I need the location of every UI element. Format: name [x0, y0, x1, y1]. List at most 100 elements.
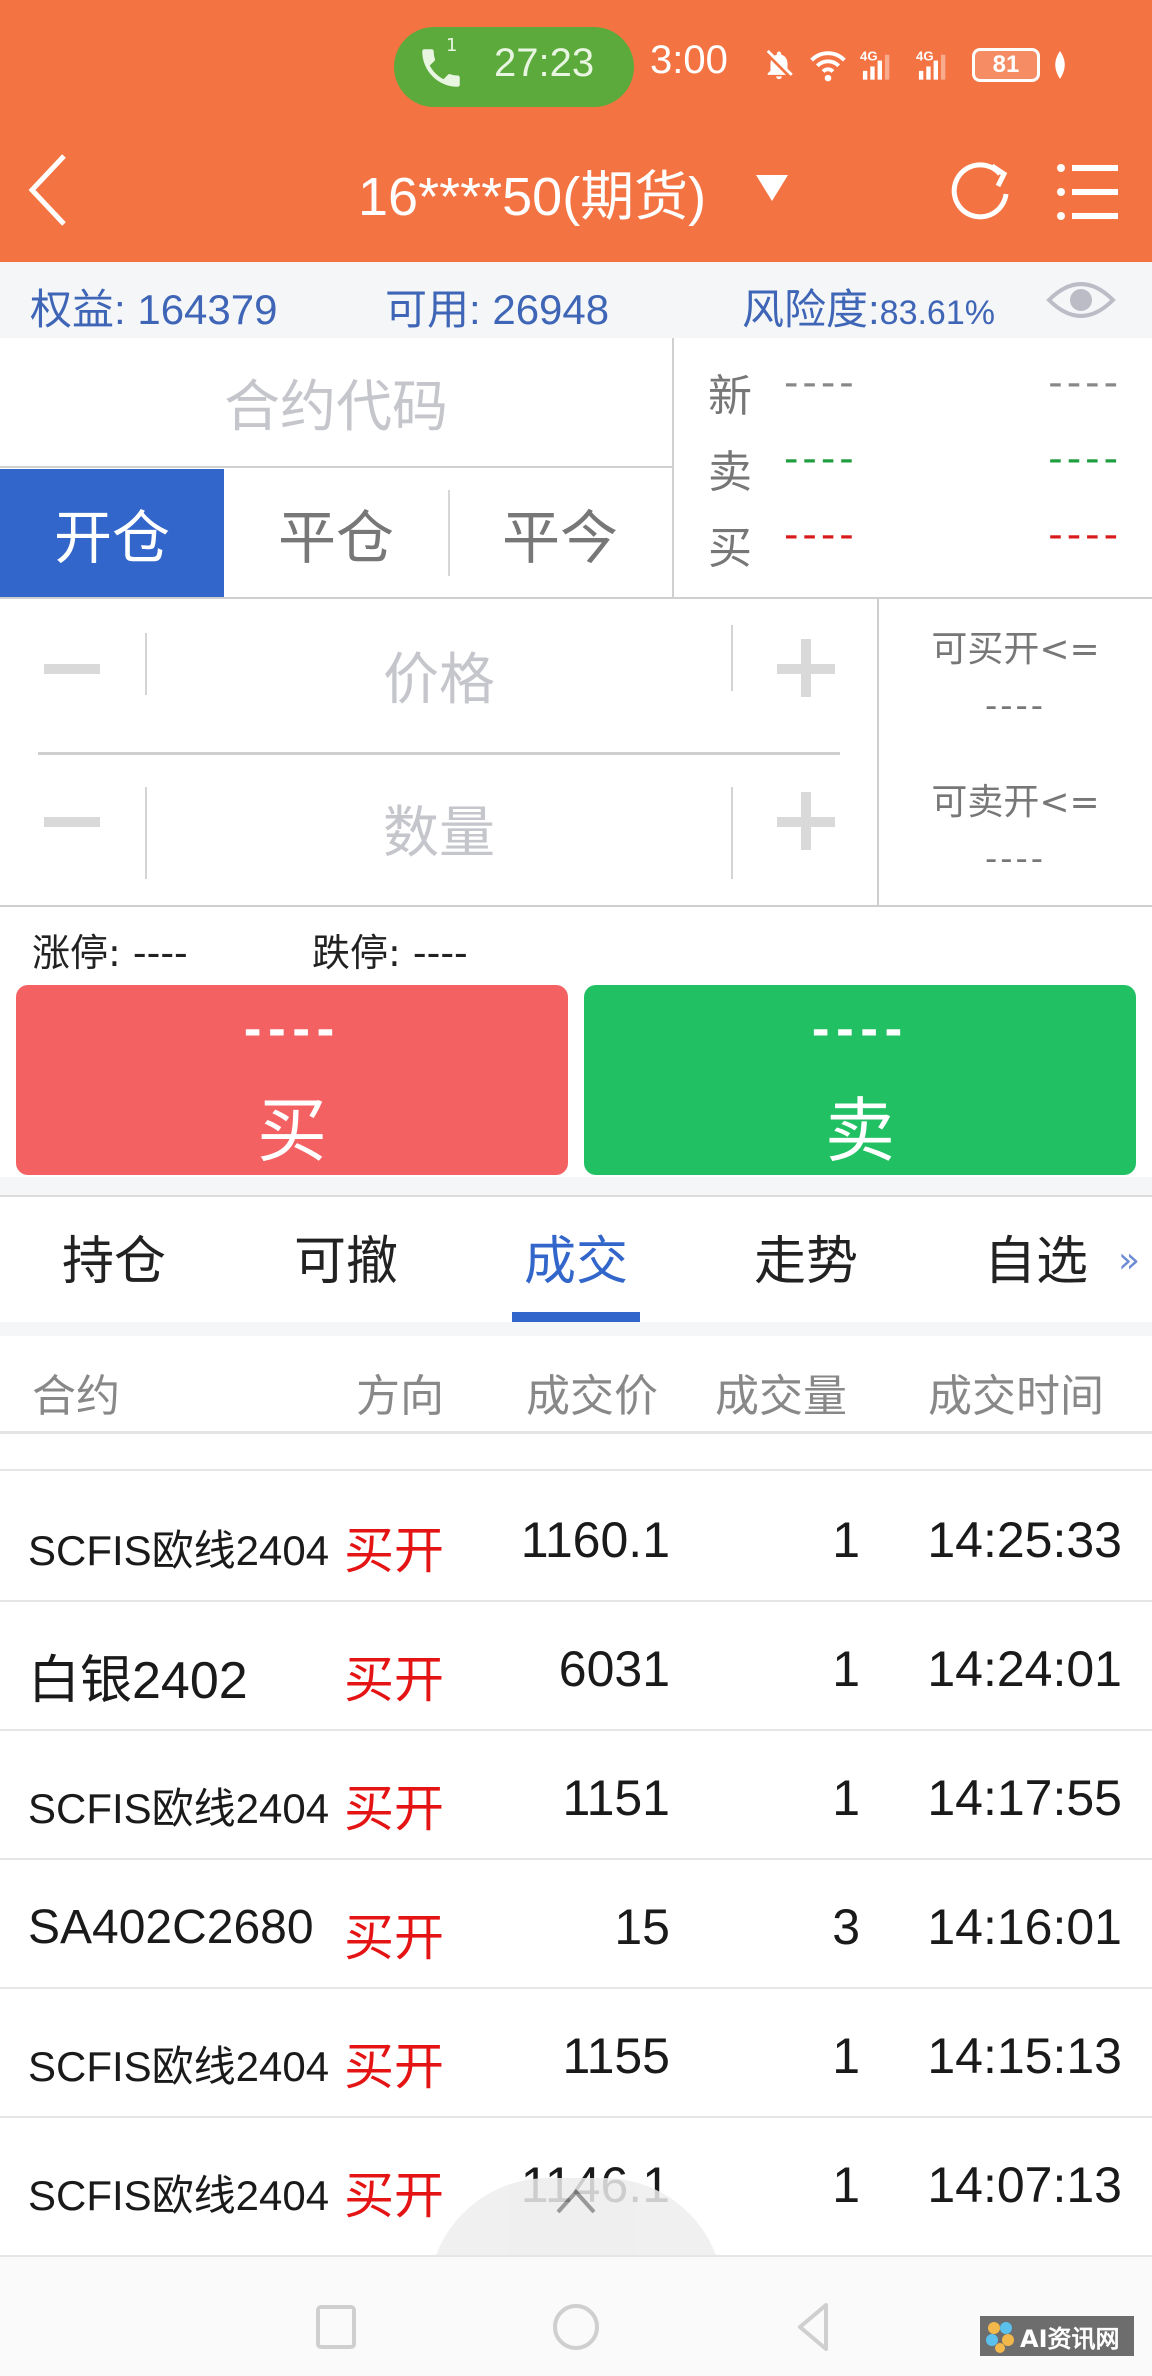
limit-up: 涨停: ----	[32, 922, 188, 977]
divider	[731, 625, 733, 691]
can-buy-open-value: ----	[984, 686, 1047, 726]
buy-button[interactable]: ---- 买	[16, 985, 568, 1175]
call-timer: 27:23	[494, 41, 595, 85]
available: 可用: 26948	[385, 276, 609, 337]
quote-value: ----	[1048, 512, 1122, 558]
can-sell-open-value: ----	[984, 839, 1047, 879]
table-row[interactable]: SCFIS欧线2404 买开 1160.1 1 14:25:33	[0, 1473, 1152, 1602]
sell-price: ----	[811, 1005, 909, 1056]
contract-cell: SCFIS欧线2404	[28, 1785, 330, 1832]
ongoing-call-pill[interactable]: 1 27:23	[394, 27, 634, 107]
sell-button[interactable]: ---- 卖	[584, 985, 1136, 1175]
table-row[interactable]: 白银2402 买开 6031 1 14:24:01	[0, 1602, 1152, 1731]
contract-cell: 白银2402	[28, 1652, 248, 1710]
limit-up-label: 涨停:	[32, 931, 121, 975]
refresh-button[interactable]	[948, 160, 1014, 226]
quote-row-bid: 买 ---- ----	[674, 502, 1152, 578]
chevron-down-icon[interactable]	[756, 175, 788, 201]
quote-value: ----	[784, 360, 858, 406]
contract-cell: SA402C2680	[28, 1901, 314, 1954]
contract-code-input[interactable]: 合约代码	[0, 338, 672, 468]
tab-trend[interactable]: 走势	[716, 1219, 896, 1294]
account-title[interactable]: 16****50(期货)	[358, 152, 706, 231]
quantity-input[interactable]: 数量	[147, 752, 731, 905]
direction-cell: 买开	[344, 1652, 444, 1708]
risk-value: 83.61%	[879, 294, 995, 332]
tab-positions[interactable]: 持仓	[24, 1219, 204, 1294]
limit-down-label: 跌停:	[312, 931, 401, 975]
time-cell: 14:17:55	[927, 1770, 1122, 1826]
table-row[interactable]: SCFIS欧线2404 买开 1151 1 14:17:55	[0, 1731, 1152, 1860]
can-buy-open-label: 可买开<=	[931, 629, 1100, 670]
menu-list-button[interactable]	[1056, 160, 1120, 224]
column-header: 合约	[32, 1371, 120, 1422]
home-icon[interactable]	[546, 2297, 606, 2357]
equity-label: 权益:	[30, 286, 126, 333]
back-nav-icon[interactable]	[786, 2297, 846, 2357]
battery-icon: 81	[972, 48, 1040, 82]
tab-close-position[interactable]: 平仓	[224, 469, 448, 597]
account-summary: 权益: 164379 可用: 26948 风险度:83.61%	[0, 262, 1152, 338]
column-header: 成交价	[526, 1371, 658, 1422]
double-chevron-right-icon[interactable]: »	[1118, 1240, 1140, 1281]
time-cell: 14:16:01	[927, 1899, 1122, 1955]
divider	[731, 787, 733, 879]
table-row[interactable]: SA402C2680 买开 15 3 14:16:01	[0, 1860, 1152, 1989]
leaf-icon	[1055, 51, 1065, 79]
can-sell-open-label: 可卖开<=	[931, 782, 1100, 823]
price-minus-button[interactable]	[20, 619, 120, 719]
back-button[interactable]	[24, 150, 74, 230]
recent-apps-icon[interactable]	[306, 2297, 366, 2357]
column-header: 成交量	[715, 1371, 847, 1422]
tab-cancelable[interactable]: 可撤	[256, 1219, 436, 1294]
column-header: 成交时间	[928, 1371, 1104, 1422]
call-sim-number: 1	[446, 35, 458, 56]
available-value: 26948	[492, 286, 610, 333]
bell-muted-icon	[764, 49, 794, 80]
can-buy-open: 可买开<= ----	[879, 620, 1152, 726]
risk-label: 风险度:	[742, 286, 880, 333]
buy-price: ----	[243, 1005, 341, 1056]
open-close-tabs: 开仓 平仓 平今	[0, 469, 672, 597]
contract-cell: SCFIS欧线2404	[28, 2172, 330, 2219]
price-input[interactable]: 价格	[147, 599, 731, 752]
quantity-cell: 3	[832, 1899, 860, 1955]
tab-watchlist[interactable]: 自选	[946, 1219, 1126, 1294]
table-spacer	[0, 1437, 1152, 1471]
quantity-plus-button[interactable]	[756, 772, 856, 872]
quote-value: ----	[1048, 360, 1122, 406]
direction-cell: 买开	[344, 1781, 444, 1837]
price-cell: 15	[614, 1899, 670, 1955]
equity: 权益: 164379	[30, 276, 278, 337]
time-cell: 14:07:13	[927, 2157, 1122, 2213]
signal-4g-icon: 4G	[916, 49, 946, 80]
trades-table-header: 合约 方向 成交价 成交量 成交时间	[0, 1336, 1152, 1434]
price-plus-button[interactable]	[756, 619, 856, 719]
status-icons: 4G 4G 81	[762, 40, 1068, 90]
quote-label: 新	[708, 371, 752, 422]
limit-down-value: ----	[412, 931, 468, 975]
quantity-row: 数量	[0, 752, 878, 905]
column-header: 方向	[356, 1371, 444, 1422]
buy-label: 买	[257, 1090, 327, 1172]
section-gap	[0, 1177, 1152, 1197]
risk: 风险度:83.61%	[742, 276, 995, 337]
quote-row-ask: 卖 ---- ----	[674, 426, 1152, 502]
limit-up-value: ----	[132, 931, 188, 975]
quote-label: 买	[708, 523, 752, 574]
limit-down: 跌停: ----	[312, 922, 468, 977]
price-cell: 6031	[558, 1641, 670, 1697]
records-tabs: 持仓 可撤 成交 走势 自选	[0, 1197, 1152, 1322]
quote-row-last: 新 ---- ----	[674, 350, 1152, 426]
price-cell: 1160.1	[520, 1512, 670, 1568]
tab-close-today[interactable]: 平今	[448, 469, 672, 597]
can-sell-open: 可卖开<= ----	[879, 773, 1152, 879]
quantity-minus-button[interactable]	[20, 772, 120, 872]
table-row[interactable]: SCFIS欧线2404 买开 1155 1 14:15:13	[0, 1989, 1152, 2118]
tab-open-position[interactable]: 开仓	[0, 469, 224, 597]
active-tab-indicator	[512, 1312, 640, 1322]
quantity-cell: 1	[832, 1770, 860, 1826]
available-label: 可用:	[385, 286, 481, 333]
eye-icon[interactable]	[1045, 274, 1117, 326]
tab-trades[interactable]: 成交	[486, 1219, 666, 1294]
